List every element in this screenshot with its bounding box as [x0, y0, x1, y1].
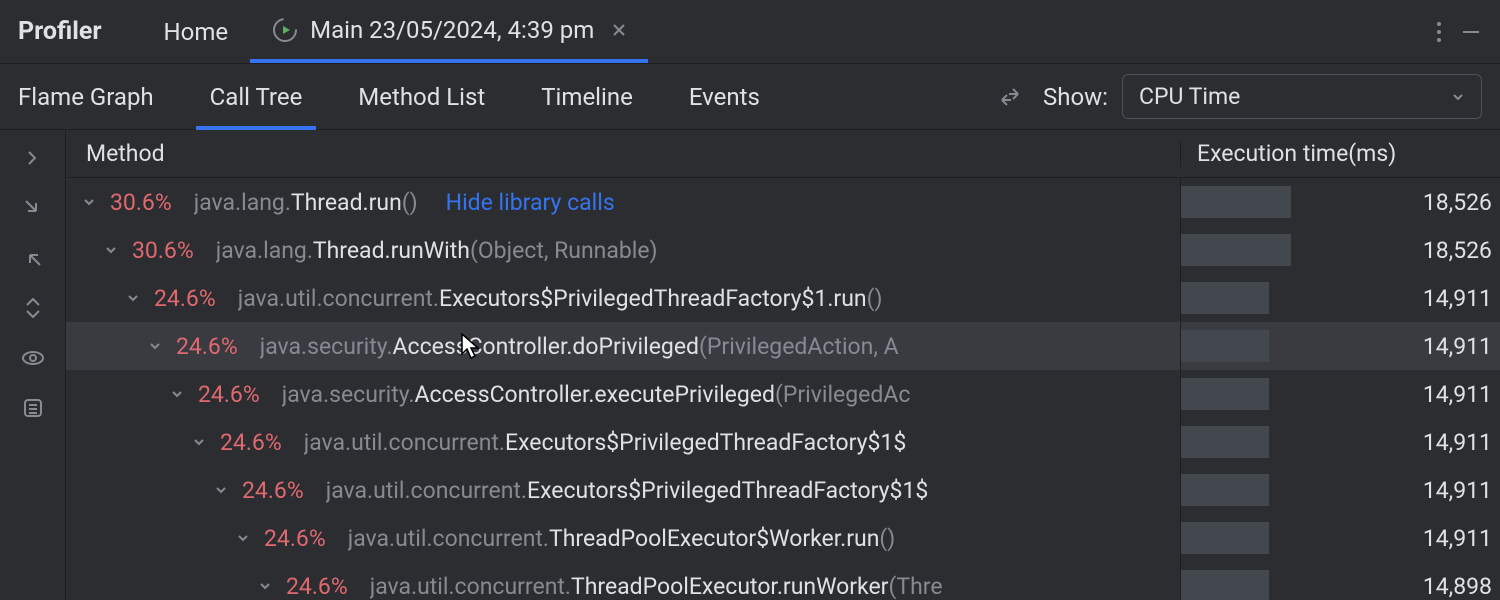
expand-right-icon[interactable]	[0, 134, 65, 182]
time-bar	[1181, 234, 1291, 266]
tree-row[interactable]: 30.6% java.lang.Thread.run() Hide library …	[66, 178, 1500, 226]
time-bar	[1181, 186, 1291, 218]
tree-row[interactable]: 24.6% java.util.concurrent.Executors$Priv…	[66, 274, 1500, 322]
method-signature: java.util.concurrent.ThreadPoolExecutor$…	[348, 525, 896, 552]
minimize-icon[interactable]	[1460, 21, 1482, 43]
col-exec-header[interactable]: Execution time(ms)	[1180, 140, 1500, 167]
tab-home-label: Home	[164, 18, 229, 46]
chevron-down-icon[interactable]	[236, 531, 254, 545]
tree-row[interactable]: 24.6% java.util.concurrent.Executors$Priv…	[66, 418, 1500, 466]
method-signature: java.util.concurrent.Executors$Privilege…	[326, 477, 929, 504]
tab-method-list[interactable]: Method List	[330, 64, 513, 129]
method-signature: java.util.concurrent.Executors$Privilege…	[238, 285, 883, 312]
percentage: 24.6%	[154, 285, 216, 312]
time-bar	[1181, 570, 1269, 600]
main-content: Method Execution time(ms) 30.6%java.lang…	[0, 130, 1500, 600]
execution-time: 14,911	[1291, 333, 1500, 360]
chevron-down-icon[interactable]	[192, 435, 210, 449]
time-bar	[1181, 426, 1269, 458]
percentage: 30.6%	[132, 237, 194, 264]
percentage: 24.6%	[286, 573, 348, 600]
percentage: 24.6%	[264, 525, 326, 552]
tab-events[interactable]: Events	[661, 64, 788, 129]
swap-icon[interactable]	[997, 84, 1023, 110]
chevron-down-icon[interactable]	[126, 291, 144, 305]
time-bar	[1181, 330, 1269, 362]
chevron-down-icon[interactable]	[258, 579, 276, 593]
time-bar	[1181, 474, 1269, 506]
percentage: 24.6%	[242, 477, 304, 504]
tree-row[interactable]: 24.6% java.util.concurrent.ThreadPoolExec…	[66, 562, 1500, 600]
execution-time: 18,526	[1291, 237, 1500, 264]
run-profile-icon	[272, 17, 298, 43]
tab-timeline[interactable]: Timeline	[513, 64, 661, 129]
sidebar	[0, 130, 66, 600]
call-tree-area: Method Execution time(ms) 30.6%java.lang…	[66, 130, 1500, 600]
percentage: 24.6%	[220, 429, 282, 456]
collapse-both-icon[interactable]	[0, 284, 65, 332]
method-signature: java.security.AccessController.executePr…	[282, 381, 911, 408]
time-bar	[1181, 282, 1269, 314]
col-method-header[interactable]: Method	[66, 140, 1180, 167]
method-signature: java.util.concurrent.ThreadPoolExecutor.…	[370, 573, 943, 600]
tab-flame-graph[interactable]: Flame Graph	[18, 64, 182, 129]
execution-time: 14,898	[1291, 573, 1500, 600]
profiler-title: Profiler	[18, 17, 102, 46]
method-signature: java.util.concurrent.Executors$Privilege…	[304, 429, 907, 456]
percentage: 24.6%	[198, 381, 260, 408]
method-signature: java.lang.Thread.run()	[194, 189, 418, 216]
show-label: Show:	[1043, 83, 1108, 111]
chevron-down-icon[interactable]	[170, 387, 188, 401]
chevron-down-icon	[1451, 90, 1465, 104]
tab-main-label: Main 23/05/2024, 4:39 pm	[310, 16, 594, 44]
tree-row[interactable]: 24.6% java.util.concurrent.ThreadPoolExec…	[66, 514, 1500, 562]
list-icon[interactable]	[0, 384, 65, 432]
tree-row[interactable]: 24.6% java.security.AccessController.doPr…	[66, 322, 1500, 370]
header-controls	[1436, 20, 1482, 44]
eye-icon[interactable]	[0, 334, 65, 382]
method-signature: java.lang.Thread.runWith(Object, Runnabl…	[216, 237, 658, 264]
hide-library-calls-link[interactable]: Hide library calls	[446, 189, 615, 216]
tree-row[interactable]: 24.6% java.util.concurrent.Executors$Priv…	[66, 466, 1500, 514]
time-bar	[1181, 522, 1269, 554]
header-tabs: Home Main 23/05/2024, 4:39 pm	[142, 0, 649, 63]
chevron-down-icon[interactable]	[104, 243, 122, 257]
tab-home[interactable]: Home	[142, 0, 251, 63]
show-dropdown[interactable]: CPU Time	[1122, 74, 1482, 119]
tab-call-tree[interactable]: Call Tree	[182, 64, 331, 129]
view-tabs-row: Flame Graph Call Tree Method List Timeli…	[0, 64, 1500, 130]
close-icon[interactable]	[612, 23, 626, 37]
chevron-down-icon[interactable]	[214, 483, 232, 497]
tree-rows: 30.6%java.lang.Thread.run()Hide library …	[66, 178, 1500, 600]
kebab-icon[interactable]	[1436, 20, 1442, 44]
chevron-down-icon[interactable]	[148, 339, 166, 353]
percentage: 30.6%	[110, 189, 172, 216]
time-bar	[1181, 378, 1269, 410]
column-header: Method Execution time(ms)	[66, 130, 1500, 178]
tree-row[interactable]: 30.6% java.lang.Thread.runWith(Object, Ru…	[66, 226, 1500, 274]
tree-row[interactable]: 24.6% java.security.AccessController.exec…	[66, 370, 1500, 418]
method-signature: java.security.AccessController.doPrivile…	[260, 333, 899, 360]
execution-time: 14,911	[1291, 429, 1500, 456]
execution-time: 14,911	[1291, 477, 1500, 504]
execution-time: 18,526	[1291, 189, 1500, 216]
execution-time: 14,911	[1291, 381, 1500, 408]
collapse-down-icon[interactable]	[0, 184, 65, 232]
tab-main-run[interactable]: Main 23/05/2024, 4:39 pm	[250, 0, 648, 63]
show-value: CPU Time	[1139, 83, 1240, 110]
percentage: 24.6%	[176, 333, 238, 360]
profiler-header: Profiler Home Main 23/05/2024, 4:39 pm	[0, 0, 1500, 64]
execution-time: 14,911	[1291, 285, 1500, 312]
chevron-down-icon[interactable]	[82, 195, 100, 209]
execution-time: 14,911	[1291, 525, 1500, 552]
collapse-up-icon[interactable]	[0, 234, 65, 282]
